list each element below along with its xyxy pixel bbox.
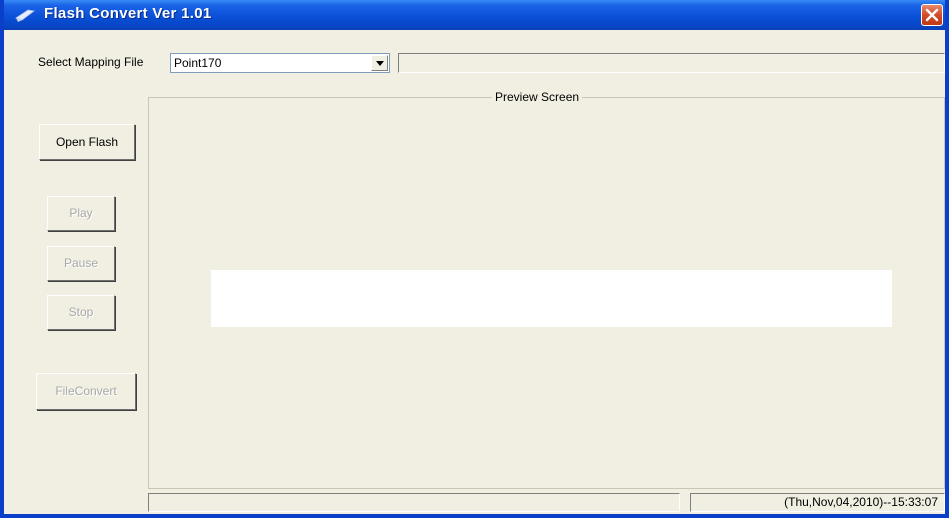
app-window: Flash Convert Ver 1.01 Select Mapping Fi…: [0, 0, 949, 518]
title-bar[interactable]: Flash Convert Ver 1.01: [4, 0, 945, 30]
file-convert-button[interactable]: FileConvert: [36, 373, 136, 410]
mapping-file-select[interactable]: Point170: [170, 53, 390, 73]
open-flash-button[interactable]: Open Flash: [39, 124, 135, 160]
app-icon: [14, 6, 36, 24]
mapping-file-label: Select Mapping File: [38, 55, 144, 69]
chevron-down-icon: [376, 61, 384, 66]
preview-canvas: [211, 270, 892, 327]
mapping-file-value: Point170: [174, 56, 222, 70]
status-bar-left: [148, 493, 680, 512]
close-icon: [925, 8, 939, 22]
mapping-status-field: [398, 53, 945, 73]
play-button[interactable]: Play: [47, 196, 115, 231]
window-title: Flash Convert Ver 1.01: [44, 5, 212, 22]
close-button[interactable]: [921, 4, 943, 26]
dropdown-button[interactable]: [371, 55, 388, 71]
pause-button[interactable]: Pause: [47, 246, 115, 281]
stop-button[interactable]: Stop: [47, 295, 115, 330]
status-bar-datetime: (Thu,Nov,04,2010)--15:33:07: [690, 493, 945, 512]
preview-screen-label: Preview Screen: [492, 90, 583, 104]
